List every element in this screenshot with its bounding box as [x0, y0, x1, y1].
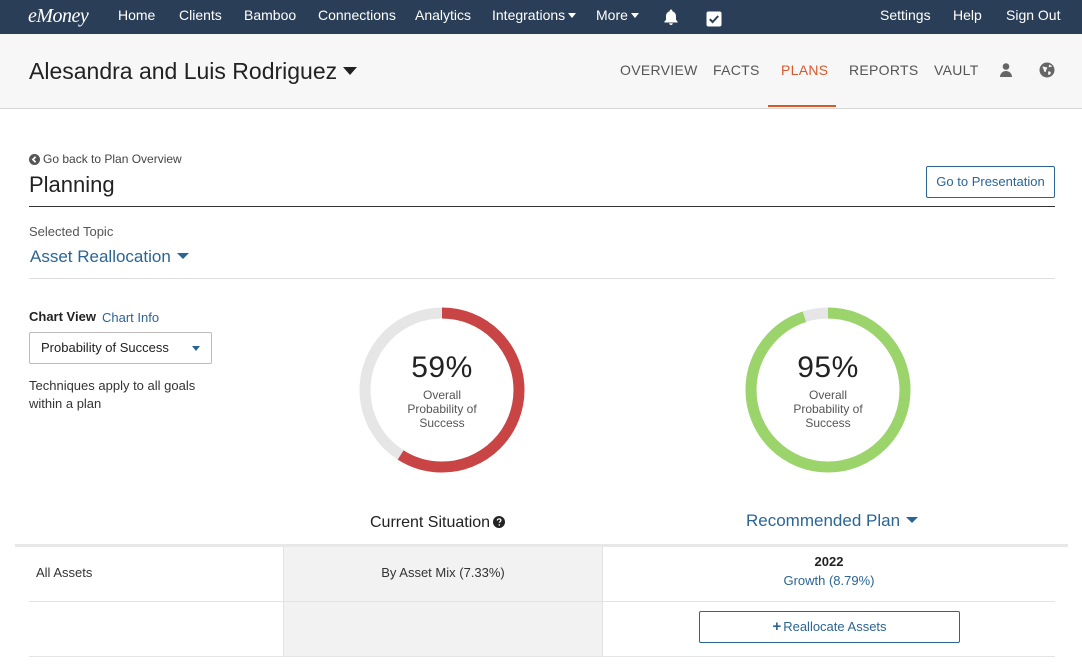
- selected-topic-dropdown[interactable]: Asset Reallocation: [30, 247, 189, 267]
- client-header: Alesandra and Luis Rodriguez OVERVIEW FA…: [0, 34, 1082, 109]
- nav-settings[interactable]: Settings: [880, 0, 931, 34]
- chart-view-select[interactable]: Probability of Success: [29, 332, 212, 364]
- nav-connections[interactable]: Connections: [318, 0, 396, 34]
- tab-plans[interactable]: PLANS: [781, 62, 828, 78]
- techniques-note: Techniques apply to all goals within a p…: [29, 378, 196, 411]
- current-percent: 59%: [411, 351, 473, 384]
- tab-overview[interactable]: OVERVIEW: [620, 62, 698, 78]
- recommended-sub-line2: Probability of: [793, 402, 863, 416]
- recommended-growth-link[interactable]: Growth (8.79%): [603, 573, 1055, 588]
- nav-bamboo[interactable]: Bamboo: [244, 0, 296, 34]
- arrow-left-circle-icon: [29, 154, 40, 165]
- tab-reports[interactable]: REPORTS: [849, 62, 919, 78]
- recommended-sub-label: Overall Probability of Success: [743, 388, 913, 430]
- current-sub-line2: Probability of: [407, 402, 477, 416]
- recommended-percent: 95%: [797, 351, 859, 384]
- nav-integrations[interactable]: Integrations: [492, 0, 577, 34]
- chevron-down-icon: [192, 346, 200, 351]
- back-link-label: Go back to Plan Overview: [43, 152, 182, 166]
- chart-view-label: Chart View: [29, 309, 96, 324]
- tab-vault[interactable]: VAULT: [934, 62, 979, 78]
- nav-help[interactable]: Help: [953, 0, 982, 34]
- row-label-all-assets: All Assets: [36, 565, 93, 580]
- current-sub-line1: Overall: [422, 388, 461, 402]
- nav-sign-out[interactable]: Sign Out: [1006, 0, 1060, 34]
- client-name: Alesandra and Luis Rodriguez: [29, 58, 338, 84]
- current-asset-mix-value: By Asset Mix (7.33%): [381, 565, 505, 580]
- emoney-logo[interactable]: eMoney: [28, 0, 89, 34]
- client-name-dropdown[interactable]: Alesandra and Luis Rodriguez: [29, 58, 358, 85]
- active-tab-indicator: [768, 105, 836, 107]
- recommended-sub-line1: Overall: [808, 388, 847, 402]
- reallocate-assets-label: Reallocate Assets: [783, 619, 887, 634]
- current-sub-label: Overall Probability of Success: [357, 388, 527, 430]
- nav-clients[interactable]: Clients: [179, 0, 222, 34]
- nav-more-label: More: [596, 7, 628, 23]
- chevron-down-icon: [906, 517, 919, 523]
- chevron-down-icon: [343, 67, 358, 75]
- back-to-plan-overview-link[interactable]: Go back to Plan Overview: [29, 152, 182, 166]
- top-nav-bar: eMoney Home Clients Bamboo Connections A…: [0, 0, 1082, 34]
- nav-analytics[interactable]: Analytics: [415, 0, 471, 34]
- page-title: Planning: [29, 172, 115, 197]
- current-situation-title: Current Situation: [370, 514, 506, 532]
- bell-icon[interactable]: [662, 6, 680, 25]
- tab-facts[interactable]: FACTS: [713, 62, 760, 78]
- recommended-plan-label: Recommended Plan: [746, 511, 901, 530]
- topic-divider: [29, 278, 1055, 279]
- recommended-sub-line3: Success: [805, 416, 851, 430]
- recommended-plan-dropdown[interactable]: Recommended Plan: [746, 511, 919, 531]
- current-sub-line3: Success: [419, 416, 465, 430]
- user-icon[interactable]: [998, 62, 1014, 78]
- row-divider: [29, 601, 1055, 602]
- current-situation-label: Current Situation: [370, 514, 491, 531]
- go-to-presentation-button[interactable]: Go to Presentation: [926, 166, 1055, 198]
- recommended-year: 2022: [814, 554, 844, 569]
- nav-integrations-label: Integrations: [492, 7, 566, 23]
- checkbox-icon[interactable]: [706, 7, 722, 27]
- reallocate-assets-button[interactable]: + Reallocate Assets: [699, 611, 960, 643]
- nav-more[interactable]: More: [596, 0, 639, 34]
- recommended-donut-label: 95% Overall Probability of Success: [743, 351, 913, 430]
- current-donut-label: 59% Overall Probability of Success: [357, 351, 527, 430]
- current-situation-column: [283, 547, 603, 657]
- question-circle-icon[interactable]: [493, 516, 506, 528]
- selected-topic-label: Selected Topic: [29, 224, 114, 239]
- chevron-down-icon: [568, 13, 577, 18]
- nav-home[interactable]: Home: [118, 0, 155, 34]
- chart-info-link[interactable]: Chart Info: [102, 310, 159, 325]
- selected-topic-value: Asset Reallocation: [30, 247, 171, 266]
- chart-view-selected: Probability of Success: [41, 340, 169, 355]
- plus-icon: +: [772, 618, 782, 635]
- row-divider: [29, 656, 1055, 657]
- title-divider: [29, 206, 1055, 207]
- chevron-down-icon: [176, 253, 189, 259]
- chevron-down-icon: [630, 13, 639, 18]
- globe-icon[interactable]: [1039, 62, 1055, 78]
